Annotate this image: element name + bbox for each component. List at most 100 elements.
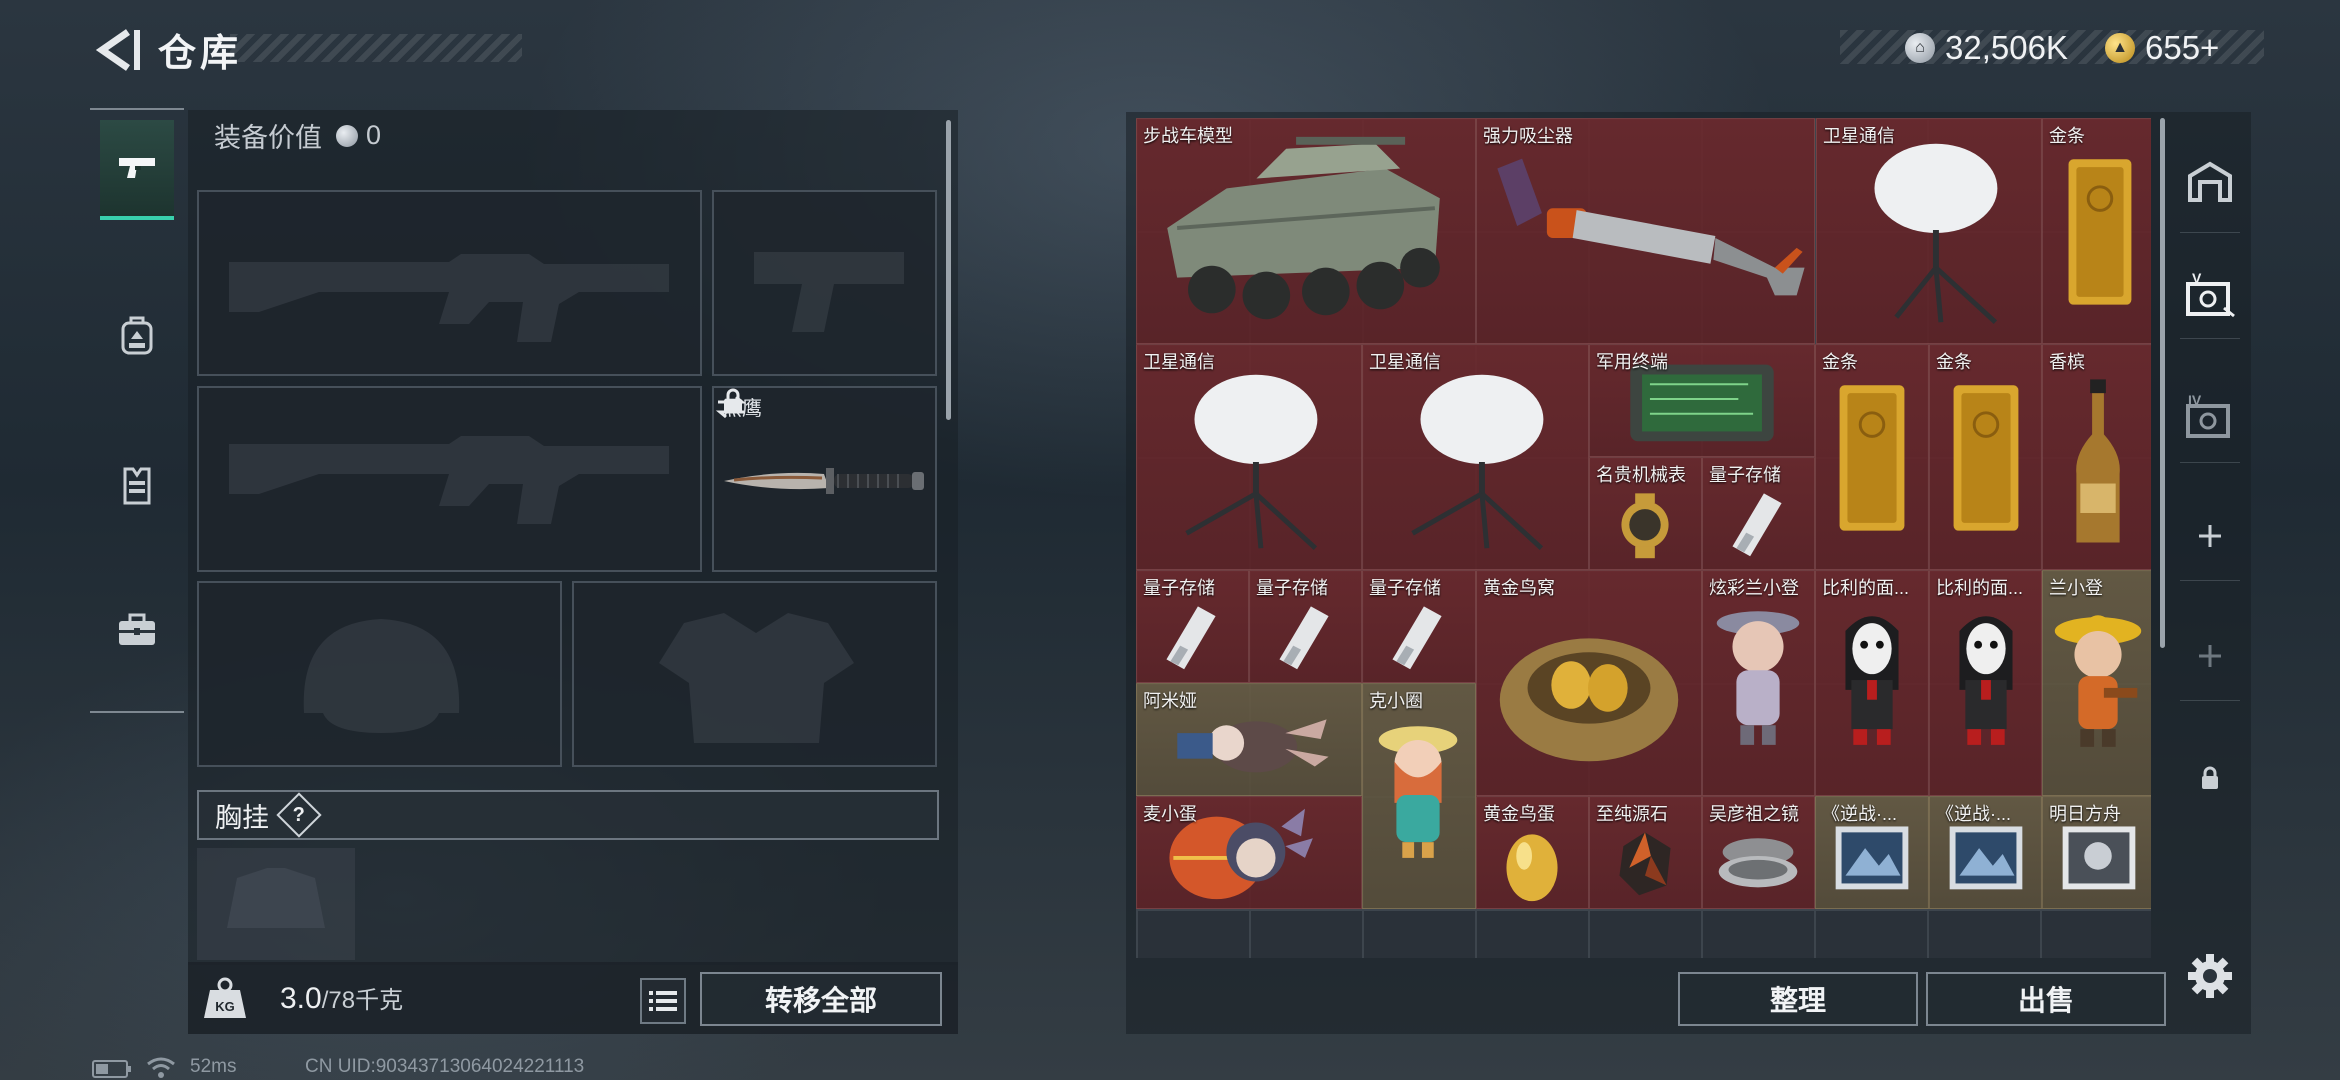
warehouse-item[interactable]: 兰小登 (2042, 570, 2151, 796)
combat-knife-icon (724, 468, 924, 494)
billy-puppet-icon (1959, 616, 2013, 745)
warehouse-item[interactable]: 量子存储 (1362, 570, 1476, 683)
secondary-weapon-slot[interactable] (712, 190, 937, 376)
list-icon (649, 991, 677, 1011)
equipment-value: 装备价值 0 (214, 116, 381, 155)
warehouse-page-iv-button[interactable]: IV (2184, 390, 2236, 442)
title-decoration (230, 34, 522, 62)
warehouse-item[interactable]: 金条 (1815, 344, 1929, 570)
back-arrow-icon[interactable] (88, 22, 144, 78)
warehouse-item[interactable]: 阿米娅 (1136, 683, 1362, 796)
sell-button[interactable]: 出售 (1926, 972, 2166, 1026)
primary-weapon-slot-1[interactable] (197, 190, 702, 376)
gold-coin-icon: ▲ (2105, 33, 2135, 63)
warehouse-grid: 步战车模型 强力吸尘器 卫星通信 金条 卫星通信 卫星通信 军用终端 金条 金条… (1136, 118, 2151, 958)
gold-currency[interactable]: ▲ 655+ (2105, 26, 2219, 70)
rail-divider (2180, 462, 2240, 463)
melee-slot[interactable]: 黑鹰 (712, 386, 937, 572)
satellite-dish-icon (1411, 374, 1544, 551)
armor-slot[interactable] (572, 581, 937, 767)
case-tab[interactable] (100, 580, 174, 680)
weapon-tab[interactable] (100, 120, 174, 220)
champagne-icon (2076, 379, 2120, 543)
warehouse-item[interactable]: 量子存储 (1249, 570, 1362, 683)
primary-weapon-slot-2[interactable] (197, 386, 702, 572)
warehouse-item[interactable]: 强力吸尘器 (1476, 118, 1815, 344)
safe-box-v-icon: V (2186, 270, 2235, 318)
warehouse-item[interactable]: 步战车模型 (1136, 118, 1476, 344)
warehouse-page-v-button[interactable]: V (2184, 268, 2236, 320)
warehouse-item[interactable]: 克小圈 (1362, 683, 1476, 909)
helmet-slot[interactable] (197, 581, 562, 767)
body-armor-silhouette-icon (659, 613, 854, 743)
warehouse-item[interactable]: 金条 (2042, 118, 2151, 344)
equipment-scrollbar[interactable] (946, 120, 951, 420)
backpack-icon (121, 316, 153, 355)
backpack-tab[interactable] (100, 285, 174, 385)
warehouse-item[interactable]: 卫星通信 (1136, 344, 1362, 570)
warehouse-item[interactable]: 黄金鸟窝 (1476, 570, 1702, 796)
briefcase-icon (119, 613, 155, 645)
carry-weight-max: /78千克 (321, 987, 404, 1014)
warehouse-item[interactable]: 比利的面... (1929, 570, 2042, 796)
ifv-model-icon (1167, 136, 1440, 320)
lock-icon (724, 388, 742, 413)
warehouse-item[interactable]: 金条 (1929, 344, 2042, 570)
organize-button[interactable]: 整理 (1678, 972, 1918, 1026)
chest-rig-header: 胸挂 ? (197, 790, 939, 840)
wifi-icon (147, 1057, 175, 1078)
svg-text:KG: KG (215, 999, 235, 1014)
gold-currency-value: 655+ (2145, 29, 2220, 66)
locked-page-button[interactable] (2184, 752, 2236, 804)
battery-icon (92, 1060, 131, 1078)
add-page-button-locked[interactable] (2184, 630, 2236, 682)
plus-icon (2199, 645, 2221, 667)
list-view-button[interactable] (640, 978, 686, 1024)
pistol-icon (119, 158, 155, 178)
warehouse-item[interactable]: 军用终端 (1589, 344, 1815, 457)
help-icon[interactable]: ? (276, 792, 322, 838)
safe-box-iv-icon: IV (2186, 392, 2230, 438)
warehouse-item[interactable]: 卫星通信 (1362, 344, 1589, 570)
gold-bar-icon (1839, 385, 1905, 531)
warehouse-item[interactable]: 至纯源石 (1589, 796, 1702, 909)
warehouse-item[interactable]: 明日方舟 (2042, 796, 2151, 909)
lock-icon (2202, 766, 2218, 789)
warehouse-item[interactable]: 名贵机械表 (1589, 457, 1702, 570)
weight-kg-icon: KG (204, 977, 246, 1018)
svg-text:V: V (2192, 270, 2202, 286)
chest-rig-slot[interactable] (197, 848, 355, 960)
warehouse-item[interactable]: 量子存储 (1702, 457, 1815, 570)
warehouse-icon (2188, 161, 2232, 202)
rail-divider (2180, 232, 2240, 233)
transfer-all-button[interactable]: 转移全部 (700, 972, 942, 1026)
warehouse-item[interactable]: 量子存储 (1136, 570, 1249, 683)
warehouse-item[interactable]: 黄金鸟蛋 (1476, 796, 1589, 909)
add-page-button[interactable] (2184, 510, 2236, 562)
gold-bar-icon (1953, 385, 2019, 531)
warehouse-page-button[interactable] (2184, 156, 2236, 208)
warehouse-scrollbar[interactable] (2160, 118, 2165, 648)
vacuum-cleaner-icon (1497, 158, 1805, 296)
gold-bar-icon (2068, 159, 2132, 305)
warehouse-item[interactable]: 麦小蛋 (1136, 796, 1362, 909)
warehouse-item[interactable]: 香槟 (2042, 344, 2151, 570)
warehouse-item[interactable]: 比利的面... (1815, 570, 1929, 796)
settings-gear-icon[interactable] (2184, 950, 2236, 1002)
ping-value: 52ms (190, 1056, 237, 1077)
warehouse-item[interactable]: 卫星通信 (1816, 118, 2042, 344)
rail-divider (2180, 580, 2240, 581)
warehouse-item[interactable]: 《逆战·... (1929, 796, 2042, 909)
golden-nest-icon (1499, 638, 1679, 762)
svg-text:IV: IV (2188, 392, 2202, 408)
billy-puppet-icon (1845, 616, 1899, 745)
warehouse-item[interactable]: 炫彩兰小登 (1702, 570, 1815, 796)
warehouse-item[interactable]: 《逆战·... (1815, 796, 1929, 909)
warehouse-item[interactable]: 吴彦祖之镜 (1702, 796, 1815, 909)
vest-icon (123, 467, 151, 505)
rifle-silhouette-icon (229, 254, 669, 342)
chest-rig-tab[interactable] (100, 435, 174, 535)
silver-coin-icon: ⌂ (1905, 33, 1935, 63)
figurine-icon (1716, 611, 1800, 745)
silver-currency-value: 32,506K (1945, 29, 2068, 66)
